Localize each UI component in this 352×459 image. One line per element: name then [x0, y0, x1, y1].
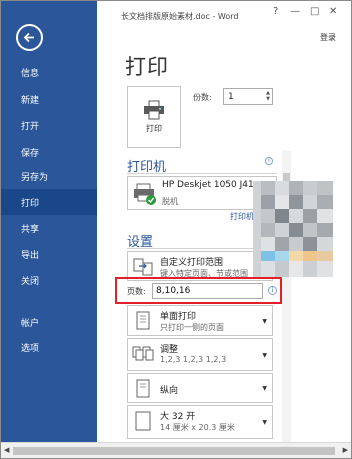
- login-link[interactable]: 登录: [320, 32, 336, 43]
- chevron-down-icon: ▼: [262, 317, 267, 325]
- restore-button[interactable]: □: [310, 6, 319, 17]
- collate-desc: 1,2,3 1,2,3 1,2,3: [160, 355, 227, 364]
- nav-item-print[interactable]: 打印: [1, 189, 97, 215]
- print-range-title: 自定义打印范围: [160, 258, 224, 268]
- minimize-button[interactable]: —: [290, 6, 300, 17]
- portrait-icon: [136, 379, 150, 398]
- help-button[interactable]: ?: [273, 6, 278, 17]
- word-backstage-window: 信息 新建 打开 保存 另存为 打印 共享 导出 关闭 帐户 选项 长文档排版原…: [0, 0, 352, 459]
- print-preview-mosaic: [253, 181, 333, 277]
- scroll-left-arrow-icon[interactable]: ◀: [4, 446, 9, 454]
- printer-status: 脱机: [162, 197, 178, 206]
- one-sided-icon: [136, 311, 150, 330]
- nav-item-save[interactable]: 保存: [1, 139, 97, 165]
- paper-size-title: 大 32 开: [160, 412, 196, 422]
- copies-stepper[interactable]: 1 ▲ ▼: [223, 88, 273, 105]
- nav-item-open[interactable]: 打开: [1, 112, 97, 138]
- printer-info-icon[interactable]: i: [265, 157, 273, 165]
- window-title: 长文档排版原始素材.doc - Word: [121, 12, 239, 21]
- nav-item-info[interactable]: 信息: [1, 59, 97, 85]
- copies-label: 份数:: [193, 93, 212, 102]
- back-arrow-icon: [23, 32, 34, 43]
- paper-size-icon: [135, 411, 151, 431]
- page-range-icon: [133, 258, 153, 276]
- copies-value: 1: [228, 91, 234, 102]
- printer-icon: [144, 100, 164, 120]
- chevron-down-icon: ▼: [262, 385, 267, 392]
- back-button[interactable]: [16, 24, 43, 51]
- chevron-down-icon: ▼: [262, 419, 267, 426]
- collate-dropdown[interactable]: 调整 1,2,3 1,2,3 1,2,3 ▼: [127, 338, 273, 371]
- sides-desc: 只打印一侧的页面: [160, 323, 224, 332]
- printer-name: HP Deskjet 1050 J41...: [162, 180, 263, 190]
- printer-section-divider: [127, 173, 277, 174]
- page-title: 打印: [125, 55, 169, 79]
- print-button[interactable]: 打印: [127, 86, 181, 148]
- nav-item-options[interactable]: 选项: [1, 334, 97, 360]
- orientation-dropdown[interactable]: 纵向 ▼: [127, 373, 273, 403]
- backstage-nav: 信息 新建 打开 保存 另存为 打印 共享 导出 关闭 帐户 选项: [1, 1, 97, 442]
- nav-item-export[interactable]: 导出: [1, 241, 97, 267]
- collated-icon: [132, 346, 154, 361]
- orientation-title: 纵向: [160, 386, 179, 396]
- nav-item-account[interactable]: 帐户: [1, 309, 97, 335]
- collate-title: 调整: [160, 345, 179, 355]
- nav-item-share[interactable]: 共享: [1, 215, 97, 241]
- nav-item-close[interactable]: 关闭: [1, 267, 97, 293]
- pages-highlight-box: [115, 277, 282, 304]
- horizontal-scrollbar[interactable]: ◀ ▶: [1, 442, 351, 458]
- printer-offline-icon: [134, 183, 156, 205]
- scroll-right-arrow-icon[interactable]: ▶: [343, 446, 348, 454]
- nav-item-new[interactable]: 新建: [1, 86, 97, 112]
- paper-size-dropdown[interactable]: 大 32 开 14 厘米 x 20.3 厘米 ▼: [127, 405, 273, 439]
- paper-size-desc: 14 厘米 x 20.3 厘米: [160, 423, 235, 432]
- sides-title: 单面打印: [160, 312, 197, 322]
- copies-spin-arrows[interactable]: ▲ ▼: [266, 90, 270, 102]
- print-button-label: 打印: [146, 124, 162, 133]
- nav-item-save-as[interactable]: 另存为: [1, 163, 97, 189]
- close-button[interactable]: ✕: [329, 6, 337, 17]
- chevron-down-icon: ▼: [262, 351, 267, 359]
- horizontal-scrollbar-thumb[interactable]: [13, 447, 335, 455]
- sides-dropdown[interactable]: 单面打印 只打印一侧的页面 ▼: [127, 305, 273, 336]
